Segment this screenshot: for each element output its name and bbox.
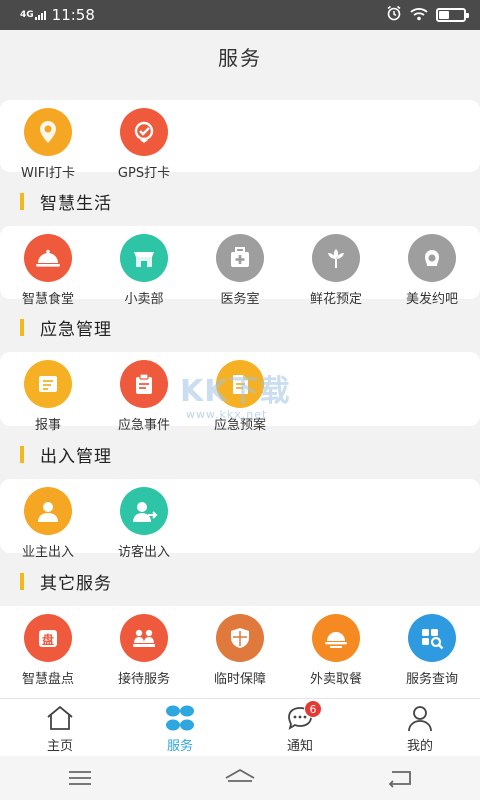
- smart-canteen-button[interactable]: 智慧食堂: [0, 234, 96, 307]
- battery-icon: [436, 8, 469, 22]
- document-icon: [216, 360, 264, 408]
- shield-icon: [216, 614, 264, 662]
- section-header-access: 出入管理: [0, 430, 480, 478]
- smart-life-card: 智慧食堂 小卖部 医务室 鲜花预定 美发约吧: [0, 226, 480, 307]
- cloche-icon: [24, 234, 72, 282]
- section-header-smart-life: 智慧生活: [0, 177, 480, 225]
- home-icon: [44, 704, 76, 732]
- owner-access-button[interactable]: 业主出入: [0, 487, 96, 560]
- tab-label: 服务: [166, 739, 193, 754]
- header: 服务: [0, 30, 480, 82]
- medical-kit-icon: [216, 234, 264, 282]
- back-icon[interactable]: [370, 760, 430, 796]
- wifi-icon: [410, 6, 428, 25]
- svg-text:盘: 盘: [42, 632, 54, 647]
- shop-button[interactable]: 小卖部: [96, 234, 192, 307]
- page-title: 服务: [218, 45, 262, 70]
- signal-icon: 4G: [20, 9, 46, 20]
- temp-support-button[interactable]: 临时保障: [192, 614, 288, 687]
- section-accent: [20, 318, 24, 336]
- service-label: 智慧盘点: [21, 672, 74, 687]
- user-icon: [404, 704, 436, 732]
- section-title: 其它服务: [40, 573, 112, 594]
- report-button[interactable]: 报事: [0, 360, 96, 433]
- hairdresser-icon: [408, 234, 456, 282]
- section-title: 出入管理: [40, 446, 112, 467]
- smart-inventory-button[interactable]: 盘 智慧盘点: [0, 614, 96, 687]
- service-label: 临时保障: [213, 672, 266, 687]
- clipboard-icon: [120, 360, 168, 408]
- flower-icon: [312, 234, 360, 282]
- message-icon: 6: [284, 700, 322, 732]
- section-accent: [20, 572, 24, 590]
- alarm-icon: [386, 5, 402, 25]
- network-type: 4G: [20, 9, 34, 20]
- report-icon: [24, 360, 72, 408]
- tab-services[interactable]: 服务: [120, 699, 240, 756]
- section-title: 应急管理: [40, 319, 112, 340]
- section-accent: [20, 445, 24, 463]
- reception-button[interactable]: 接待服务: [96, 614, 192, 687]
- owner-icon: [24, 487, 72, 535]
- clock: 11:58: [51, 6, 95, 24]
- visitor-icon: [120, 487, 168, 535]
- emergency-plan-button[interactable]: 应急预案: [192, 360, 288, 433]
- attendance-card: WIFI打卡 GPS打卡: [0, 100, 480, 181]
- shop-icon: [120, 234, 168, 282]
- gps-check-icon: [120, 108, 168, 156]
- emergency-event-button[interactable]: 应急事件: [96, 360, 192, 433]
- status-bar: 4G 11:58: [0, 0, 480, 30]
- services-icon: [164, 704, 196, 732]
- emergency-card: 报事 应急事件 应急预案: [0, 352, 480, 433]
- inventory-icon: 盘: [24, 614, 72, 662]
- section-accent: [20, 192, 24, 210]
- visitor-access-button[interactable]: 访客出入: [96, 487, 192, 560]
- section-header-emergency: 应急管理: [0, 303, 480, 351]
- tab-profile[interactable]: 我的: [360, 699, 480, 756]
- takeout-icon: [312, 614, 360, 662]
- tab-label: 通知: [286, 739, 313, 754]
- gps-checkin-button[interactable]: GPS打卡: [96, 108, 192, 181]
- service-label: 接待服务: [117, 672, 170, 687]
- section-title: 智慧生活: [40, 193, 112, 214]
- tab-notifications[interactable]: 6 通知: [240, 699, 360, 756]
- tab-home[interactable]: 主页: [0, 699, 120, 756]
- reception-icon: [120, 614, 168, 662]
- section-header-other: 其它服务: [0, 557, 480, 605]
- menu-icon[interactable]: [50, 760, 110, 796]
- flower-booking-button[interactable]: 鲜花预定: [288, 234, 384, 307]
- access-card: 业主出入 访客出入: [0, 479, 480, 560]
- service-query-button[interactable]: 服务查询: [384, 614, 480, 687]
- tab-label: 主页: [46, 739, 73, 754]
- bottom-tab-bar: 主页 服务 6 通知 我的: [0, 698, 480, 756]
- clinic-button[interactable]: 医务室: [192, 234, 288, 307]
- system-nav-bar: [0, 756, 480, 800]
- search-query-icon: [408, 614, 456, 662]
- service-label: 外卖取餐: [309, 672, 362, 687]
- service-label: 服务查询: [405, 672, 458, 687]
- wifi-pin-icon: [24, 108, 72, 156]
- notification-badge: 6: [304, 700, 322, 718]
- hair-salon-button[interactable]: 美发约吧: [384, 234, 480, 307]
- wifi-checkin-button[interactable]: WIFI打卡: [0, 108, 96, 181]
- takeout-pickup-button[interactable]: 外卖取餐: [288, 614, 384, 687]
- home-nav-icon[interactable]: [210, 760, 270, 796]
- tab-label: 我的: [406, 739, 433, 754]
- other-services-card: 盘 智慧盘点 接待服务 临时保障 外卖取餐 服务查询: [0, 606, 480, 698]
